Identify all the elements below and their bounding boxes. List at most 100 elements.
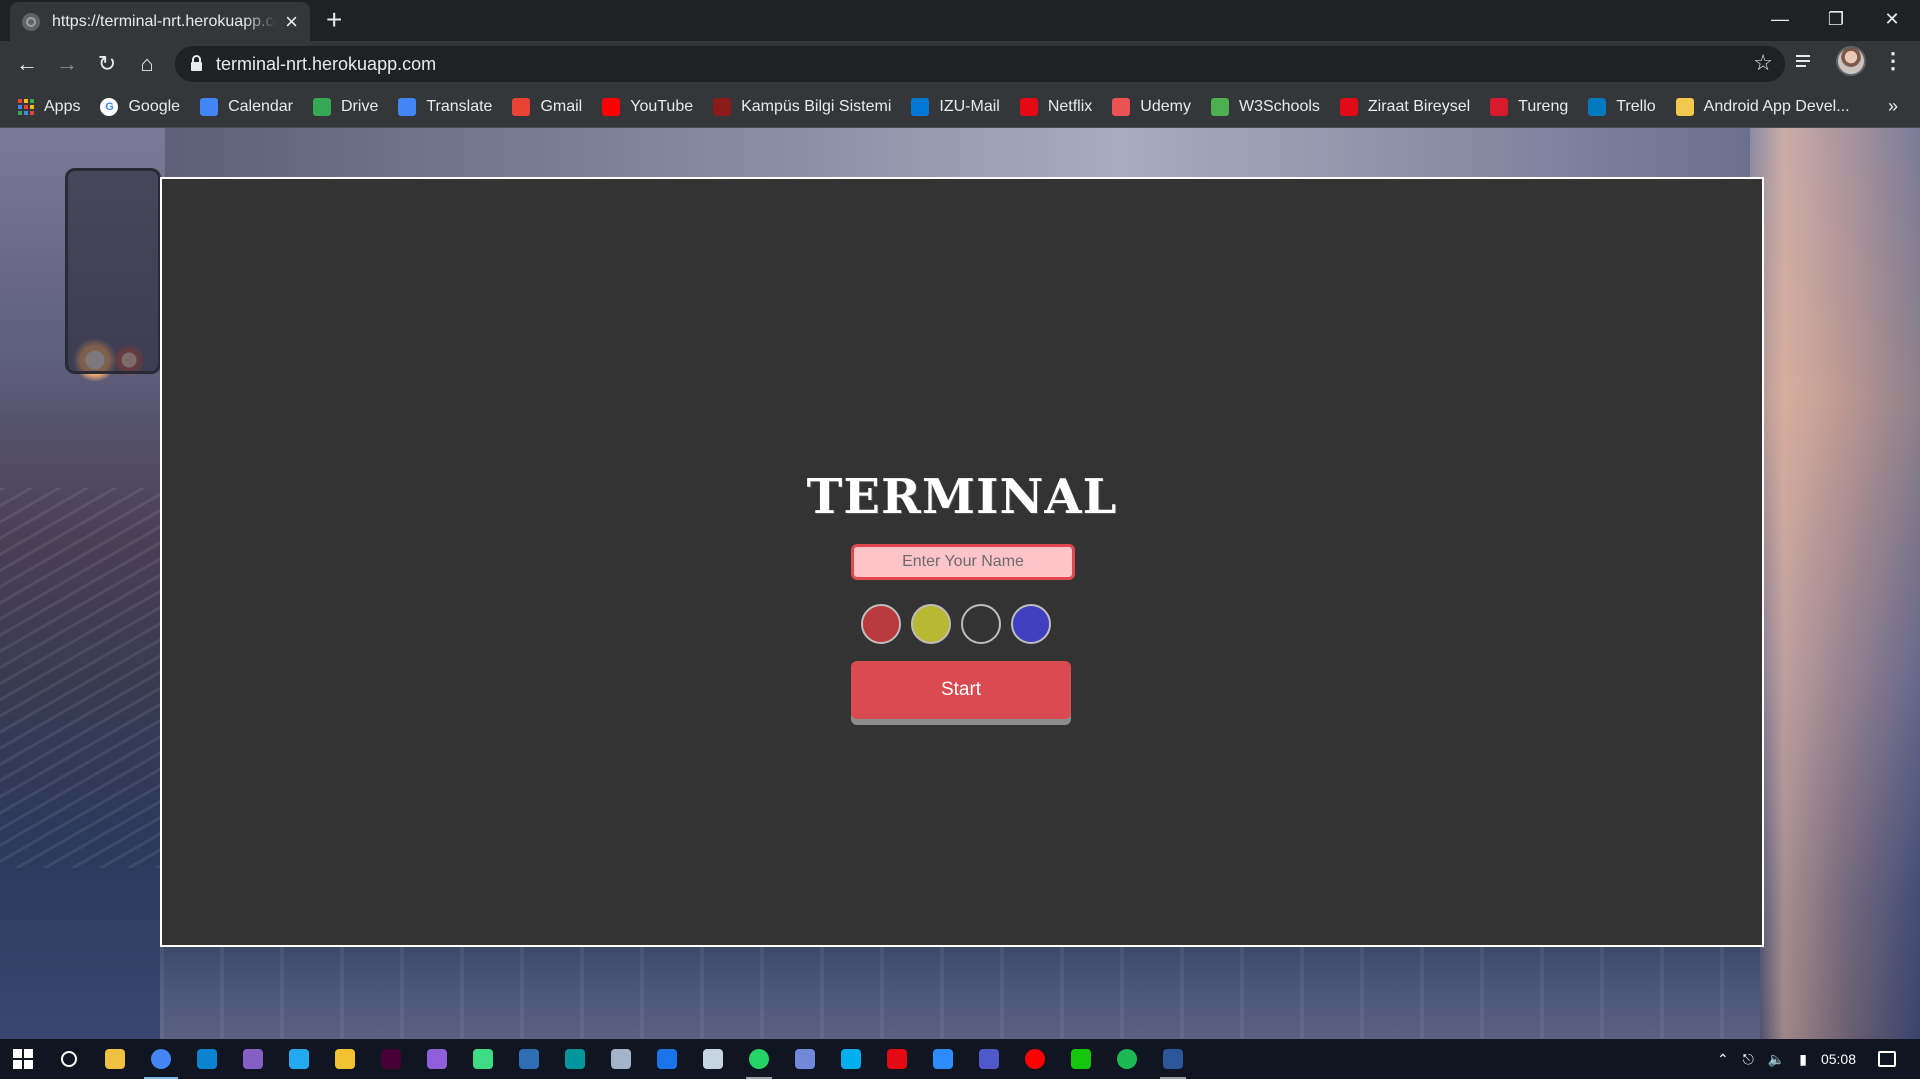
back-arrow-icon[interactable]: ←	[12, 49, 42, 79]
bookmark-label: Calendar	[228, 98, 293, 115]
translate-icon	[398, 98, 417, 116]
lock-icon[interactable]	[191, 55, 202, 71]
taskbar-search-icon[interactable]	[46, 1039, 92, 1079]
bookmark-apps[interactable]: Apps	[18, 98, 80, 116]
profile-avatar[interactable]	[1836, 46, 1866, 76]
taskbar-spotify-icon[interactable]	[1104, 1039, 1150, 1079]
media-control-icon[interactable]	[1796, 52, 1818, 70]
taskbar-visual-studio-icon[interactable]	[230, 1039, 276, 1079]
bookmark-tureng[interactable]: Tureng	[1490, 98, 1568, 116]
bookmark-udemy[interactable]: Udemy	[1112, 98, 1191, 116]
taskbar-android-studio-icon[interactable]	[460, 1039, 506, 1079]
w3schools-icon	[1210, 98, 1229, 116]
reload-icon[interactable]: ↻	[92, 49, 122, 79]
taskbar-whatsapp-icon[interactable]	[736, 1039, 782, 1079]
start-button[interactable]: Start	[851, 661, 1071, 719]
bookmark-netflix[interactable]: Netflix	[1019, 98, 1093, 116]
taskbar-terminal-icon[interactable]	[1058, 1039, 1104, 1079]
drive-icon	[313, 98, 331, 116]
url-text[interactable]: terminal-nrt.herokuapp.com	[216, 54, 436, 75]
taskbar-git-icon[interactable]	[322, 1039, 368, 1079]
name-input[interactable]	[851, 544, 1075, 580]
bookmark-label: Tureng	[1518, 98, 1569, 115]
bookmark-star-icon[interactable]: ☆	[1753, 50, 1773, 76]
taskbar-podcast-icon[interactable]	[414, 1039, 460, 1079]
taskbar-discord-icon[interactable]	[782, 1039, 828, 1079]
outlook-icon	[911, 98, 930, 116]
bookmark-label: Android App Devel...	[1703, 98, 1850, 115]
netflix-icon	[1019, 98, 1038, 116]
color-option-red[interactable]	[861, 604, 901, 644]
taskbar-zoom-icon[interactable]	[920, 1039, 966, 1079]
google-icon: G	[100, 98, 119, 116]
bookmark-android-app-devel[interactable]: Android App Devel...	[1675, 98, 1850, 116]
bookmark-w3schools[interactable]: W3Schools	[1210, 98, 1320, 116]
close-window-button[interactable]: ✕	[1864, 0, 1920, 38]
tab-title: https://terminal-nrt.herokuapp.com	[52, 12, 278, 30]
bookmark-youtube[interactable]: YouTube	[602, 98, 693, 116]
bookmark-label: Udemy	[1140, 98, 1191, 115]
bookmark-trello[interactable]: Trello	[1588, 98, 1656, 116]
taskbar-steam-icon[interactable]	[690, 1039, 736, 1079]
start-menu-icon[interactable]	[0, 1039, 46, 1079]
menu-kebab-icon[interactable]: ⋮	[1882, 50, 1904, 72]
taskbar-vscode-icon[interactable]	[276, 1039, 322, 1079]
color-picker	[861, 604, 1061, 644]
taskbar-youtube-music-icon[interactable]	[1012, 1039, 1058, 1079]
bookmark-label: Ziraat Bireysel	[1367, 98, 1471, 115]
bookmark-label: Gmail	[540, 98, 583, 115]
bookmark-kamp-s-bilgi-sistemi[interactable]: Kampüs Bilgi Sistemi	[713, 98, 891, 116]
color-option-black[interactable]	[961, 604, 1001, 644]
taskbar-shield-icon[interactable]	[644, 1039, 690, 1079]
bookmarks-overflow-icon[interactable]: »	[1888, 96, 1898, 117]
taskbar-arduino-icon[interactable]	[552, 1039, 598, 1079]
bookmarks-bar: Apps G Google Calendar Drive Translate Gmail Yo…	[0, 87, 1920, 128]
color-option-yellow[interactable]	[911, 604, 951, 644]
bookmark-label: Drive	[341, 98, 379, 115]
udemy-icon	[1112, 98, 1131, 116]
bookmark-drive[interactable]: Drive	[313, 98, 378, 116]
address-bar[interactable]: terminal-nrt.herokuapp.com ☆	[175, 46, 1785, 82]
bookmark-ziraat-bireysel[interactable]: Ziraat Bireysel	[1339, 98, 1471, 116]
tureng-icon	[1490, 98, 1509, 116]
apps-grid-icon	[18, 99, 34, 115]
restore-button[interactable]: ❐	[1808, 0, 1864, 38]
taskbar-adobe-xd-icon[interactable]	[368, 1039, 414, 1079]
youtube-icon	[602, 98, 621, 116]
volume-icon[interactable]: 🔈	[1768, 1051, 1785, 1068]
taskbar-edge-icon[interactable]	[184, 1039, 230, 1079]
clock[interactable]: 05:08	[1821, 1051, 1856, 1067]
color-option-blue[interactable]	[1011, 604, 1051, 644]
taskbar-word-icon[interactable]	[1150, 1039, 1196, 1079]
new-tab-button[interactable]: +	[326, 6, 342, 34]
taskbar-file-explorer-icon[interactable]	[92, 1039, 138, 1079]
home-icon[interactable]: ⌂	[132, 49, 162, 79]
bookmark-google[interactable]: G Google	[100, 98, 180, 116]
taskbar-database-icon[interactable]	[506, 1039, 552, 1079]
taskbar-chrome-icon[interactable]	[138, 1039, 184, 1079]
taskbar-netflix-icon[interactable]	[874, 1039, 920, 1079]
battery-icon[interactable]: ▮	[1799, 1051, 1807, 1068]
browser-tab[interactable]: https://terminal-nrt.herokuapp.com ×	[10, 2, 310, 41]
taskbar-eye-icon[interactable]	[598, 1039, 644, 1079]
bookmark-izu-mail[interactable]: IZU-Mail	[911, 98, 1000, 116]
network-icon[interactable]: ⎋	[1743, 1051, 1754, 1068]
taskbar-skype-icon[interactable]	[828, 1039, 874, 1079]
page-title: TERMINAL	[806, 469, 1118, 525]
game-panel: TERMINAL Start	[160, 177, 1764, 947]
notifications-icon[interactable]	[1878, 1051, 1896, 1067]
bookmark-label: Netflix	[1047, 98, 1093, 115]
bookmark-calendar[interactable]: Calendar	[200, 98, 293, 116]
close-tab-icon[interactable]: ×	[285, 10, 298, 33]
bookmark-gmail[interactable]: Gmail	[512, 98, 582, 116]
page-viewport: TERMINAL Start	[0, 128, 1920, 1039]
bookmark-translate[interactable]: Translate	[398, 98, 492, 116]
chevron-up-icon[interactable]: ⌃	[1717, 1051, 1729, 1068]
windows-taskbar: ⌃ ⎋ 🔈 ▮ 05:08	[0, 1039, 1920, 1079]
toolbar-right: ⋮	[1796, 46, 1904, 76]
forward-arrow-icon[interactable]: →	[52, 49, 82, 79]
bookmark-label: Apps	[44, 98, 81, 115]
minimize-button[interactable]: —	[1752, 0, 1808, 38]
background-photo-train	[0, 128, 165, 1039]
taskbar-teams-icon[interactable]	[966, 1039, 1012, 1079]
